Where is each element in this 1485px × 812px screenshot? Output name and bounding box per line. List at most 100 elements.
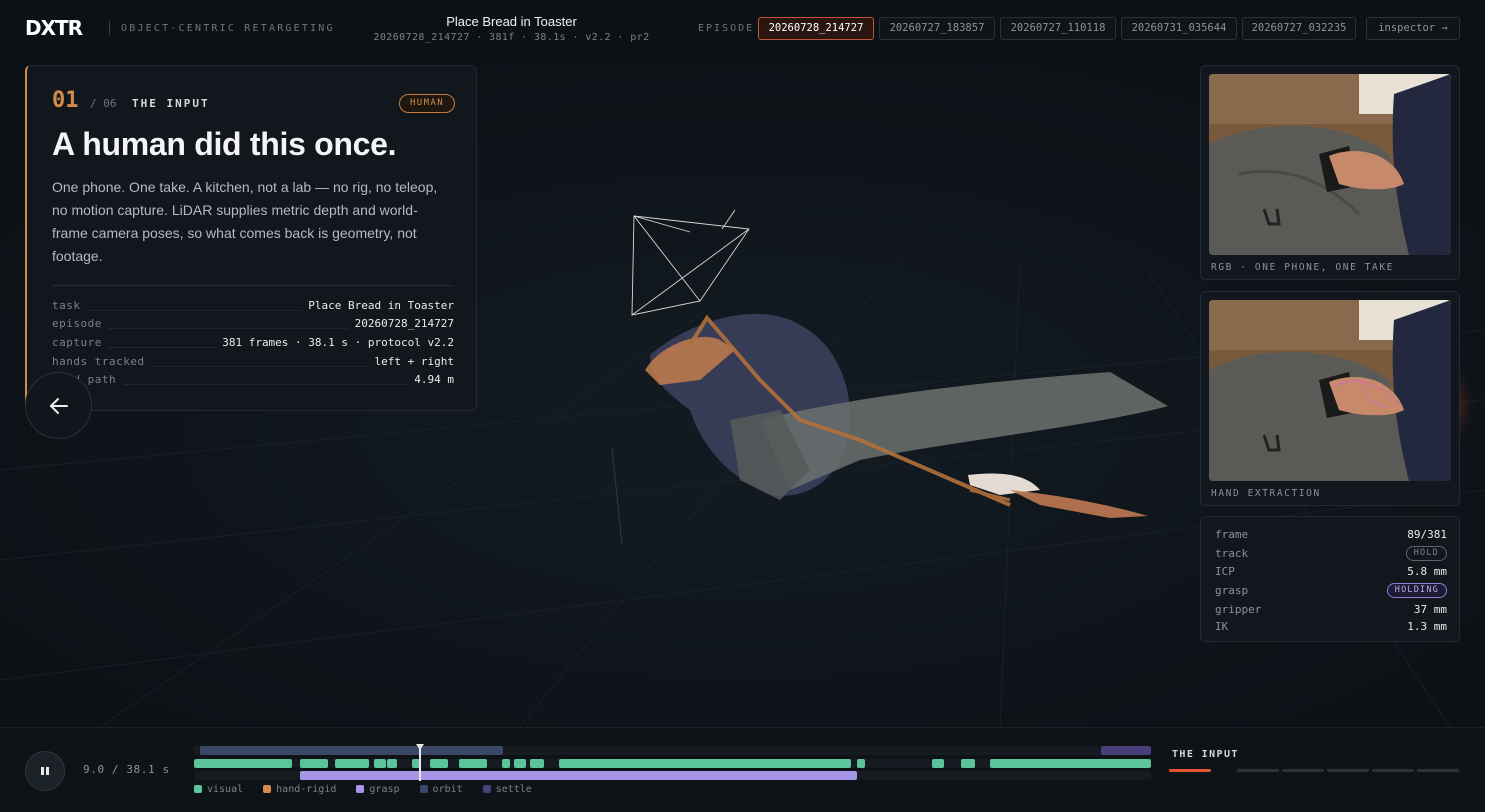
visual-segment <box>459 759 487 768</box>
svg-text:DXTR: DXTR <box>25 18 83 38</box>
card-divider <box>52 285 454 286</box>
visual-segment <box>559 759 851 768</box>
stat-key: frame <box>1215 528 1249 541</box>
stat-key: grasp <box>1215 584 1249 597</box>
visual-segment <box>857 759 865 768</box>
episode-chip[interactable]: 20260727_032235 <box>1242 17 1356 40</box>
playback-time: 9.0 / 38.1 s <box>83 763 170 776</box>
fact-value: 4.94 m <box>408 373 454 386</box>
visual-segment <box>430 759 448 768</box>
fact-row-episode: episode 20260728_214727 <box>52 317 454 333</box>
previous-step-button[interactable] <box>25 372 92 439</box>
orbit-track[interactable] <box>194 746 1151 755</box>
episode-subtitle: 20260728_214727 · 381f · 38.1s · v2.2 · … <box>373 32 650 43</box>
tagline: OBJECT-CENTRIC RETARGETING <box>121 23 335 34</box>
visual-segment <box>514 759 526 768</box>
rgb-caption: RGB · ONE PHONE, ONE TAKE <box>1211 262 1394 273</box>
fact-row-capture: capture 381 frames · 38.1 s · protocol v2… <box>52 336 454 352</box>
visual-segment <box>961 759 975 768</box>
episode-chip[interactable]: 20260727_110118 <box>1000 17 1116 40</box>
current-step-label: THE INPUT <box>1172 749 1239 760</box>
visual-segment <box>374 759 386 768</box>
visual-segment <box>387 759 397 768</box>
stat-icp: ICP 5.8 mm <box>1215 565 1447 581</box>
visual-segment <box>990 759 1151 768</box>
stat-key: IK <box>1215 620 1229 633</box>
step-progress-6[interactable] <box>1417 769 1459 772</box>
legend-settle: settle <box>482 784 532 795</box>
visual-segment <box>530 759 544 768</box>
legend-hand-rigid: hand-rigid <box>263 784 336 795</box>
rgb-frame-image <box>1209 74 1451 255</box>
step-progress-3[interactable] <box>1282 769 1324 772</box>
step-progress-4[interactable] <box>1327 769 1369 772</box>
hand-extraction-image <box>1209 300 1451 481</box>
visual-track[interactable] <box>194 759 1151 768</box>
legend-orbit: orbit <box>419 784 463 795</box>
fact-row-hand-path: hand path 4.94 m <box>52 373 454 389</box>
stat-ik: IK 1.3 mm <box>1215 620 1447 636</box>
playback-bar: 9.0 / 38.1 s visual hand-rigid grasp orb… <box>0 727 1485 812</box>
frame-stats-panel: frame 89/381 track HOLD ICP 5.8 mm grasp… <box>1200 516 1460 642</box>
pause-button[interactable] <box>25 751 65 791</box>
step-number: 01 <box>52 88 79 113</box>
legend-grasp: grasp <box>356 784 400 795</box>
stat-value: 5.8 mm <box>1407 565 1447 578</box>
timeline-legend: visual hand-rigid grasp orbit settle <box>194 784 546 795</box>
fact-row-hands: hands tracked left + right <box>52 355 454 371</box>
stat-value: 89/381 <box>1407 528 1447 541</box>
human-badge: HUMAN <box>399 94 455 113</box>
step-total: / 06 <box>90 97 117 110</box>
visual-segment <box>300 759 328 768</box>
header-divider <box>109 21 110 35</box>
arrow-left-icon <box>49 397 68 414</box>
visual-segment <box>502 759 510 768</box>
fact-key: capture <box>52 336 108 349</box>
stat-track: track HOLD <box>1215 546 1447 563</box>
rgb-panel: RGB · ONE PHONE, ONE TAKE <box>1200 65 1460 280</box>
stat-value: 1.3 mm <box>1407 620 1447 633</box>
stat-grasp: grasp HOLDING <box>1215 583 1447 600</box>
grasp-status-badge: HOLDING <box>1386 583 1447 598</box>
step-progress-2[interactable] <box>1237 769 1279 772</box>
stat-key: track <box>1215 547 1249 560</box>
fact-value: 381 frames · 38.1 s · protocol v2.2 <box>216 336 454 349</box>
stat-key: ICP <box>1215 565 1235 578</box>
legend-visual: visual <box>194 784 243 795</box>
fact-value: left + right <box>368 355 454 368</box>
step-progress-1[interactable] <box>1169 769 1211 772</box>
hand-extraction-panel: HAND EXTRACTION <box>1200 291 1460 506</box>
dxtr-logo[interactable]: DXTR <box>25 18 99 38</box>
episode-chip[interactable]: 20260731_035644 <box>1121 17 1237 40</box>
visual-segment <box>194 759 292 768</box>
grasp-segment <box>300 771 857 780</box>
stat-key: gripper <box>1215 603 1262 616</box>
step-info-card: 01 / 06 THE INPUT HUMAN A human did this… <box>25 65 477 411</box>
fact-key: task <box>52 299 87 312</box>
card-heading: A human did this once. <box>52 126 397 162</box>
inspector-link[interactable]: inspector → <box>1366 17 1460 40</box>
settle-segment <box>1101 746 1151 755</box>
step-progress-5[interactable] <box>1372 769 1414 772</box>
pause-icon <box>41 767 49 775</box>
visual-segment <box>932 759 944 768</box>
orbit-segment <box>200 746 503 755</box>
visual-segment <box>335 759 369 768</box>
hand-caption: HAND EXTRACTION <box>1211 488 1321 499</box>
fact-row-task: task Place Bread in Toaster <box>52 299 454 315</box>
stat-value: 37 mm <box>1413 603 1447 616</box>
fact-value: Place Bread in Toaster <box>302 299 454 312</box>
card-description: One phone. One take. A kitchen, not a la… <box>52 179 438 264</box>
fact-key: hands tracked <box>52 355 151 368</box>
fact-key: episode <box>52 317 108 330</box>
stat-frame: frame 89/381 <box>1215 528 1447 544</box>
grasp-track[interactable] <box>194 771 1151 780</box>
playhead[interactable] <box>419 745 421 781</box>
episode-title: Place Bread in Toaster <box>446 14 577 29</box>
stat-gripper: gripper 37 mm <box>1215 603 1447 619</box>
step-name: THE INPUT <box>132 97 210 110</box>
episode-chip-active[interactable]: 20260728_214727 <box>758 17 874 40</box>
top-bar: DXTR OBJECT-CENTRIC RETARGETING Place Br… <box>0 0 1485 58</box>
episode-chip[interactable]: 20260727_183857 <box>879 17 995 40</box>
fact-value: 20260728_214727 <box>348 317 454 330</box>
